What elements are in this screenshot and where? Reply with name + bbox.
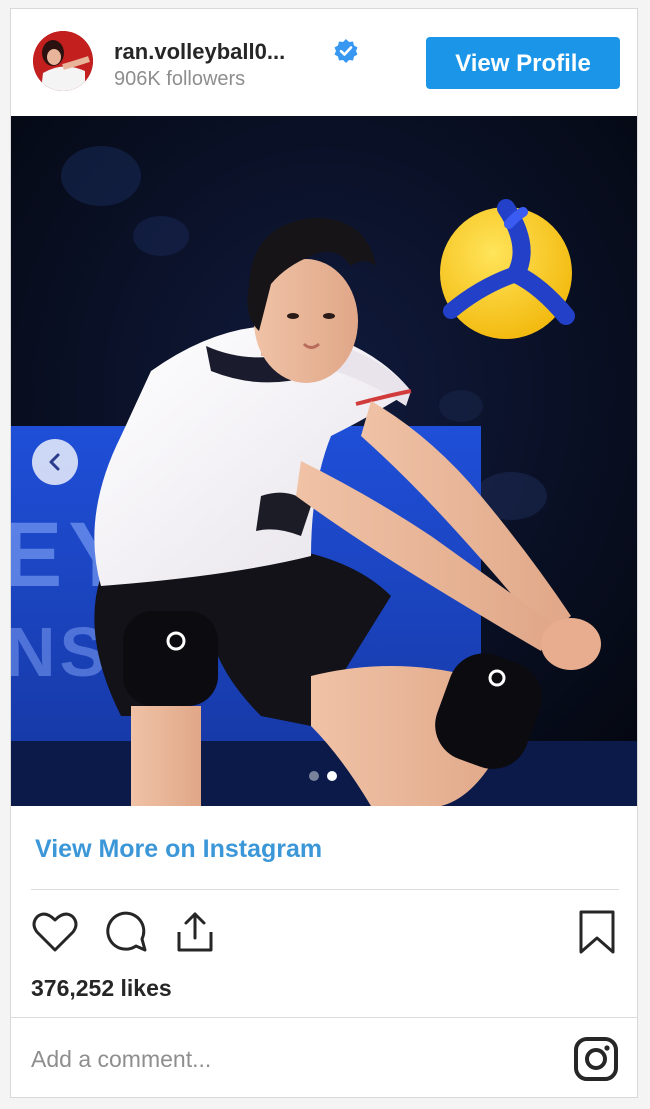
save-button[interactable]	[571, 906, 623, 958]
follower-count: 906K followers	[114, 68, 246, 90]
divider	[31, 889, 619, 890]
post-photo[interactable]: EYB NS	[11, 116, 637, 806]
instagram-icon[interactable]	[571, 1034, 621, 1084]
like-count: 376,252 likes	[31, 975, 172, 1001]
divider	[11, 1017, 637, 1018]
instagram-embed-card: ran.volleyball0... 906K followers View P…	[10, 8, 638, 1098]
carousel-dot-1[interactable]	[309, 771, 319, 781]
avatar[interactable]	[33, 31, 93, 91]
bookmark-icon	[579, 910, 615, 954]
post-header: ran.volleyball0... 906K followers View P…	[11, 9, 637, 114]
share-icon	[177, 912, 213, 952]
carousel-prev-button[interactable]	[32, 439, 78, 485]
view-profile-button[interactable]: View Profile	[426, 37, 620, 89]
carousel-dot-2-active[interactable]	[327, 771, 337, 781]
chevron-left-icon	[49, 453, 60, 471]
heart-icon	[32, 912, 78, 952]
view-more-link[interactable]: View More on Instagram	[35, 835, 322, 864]
verified-badge-icon	[333, 38, 359, 64]
carousel-indicator	[309, 771, 343, 783]
share-button[interactable]	[169, 906, 221, 958]
comment-button[interactable]	[99, 906, 151, 958]
comment-input[interactable]	[31, 1039, 531, 1079]
comment-icon	[106, 911, 147, 952]
username[interactable]: ran.volleyball0...	[114, 39, 285, 65]
volleyball-player-image: EYB NS	[11, 116, 637, 806]
like-button[interactable]	[29, 906, 81, 958]
volleyball-graphic	[440, 199, 575, 339]
